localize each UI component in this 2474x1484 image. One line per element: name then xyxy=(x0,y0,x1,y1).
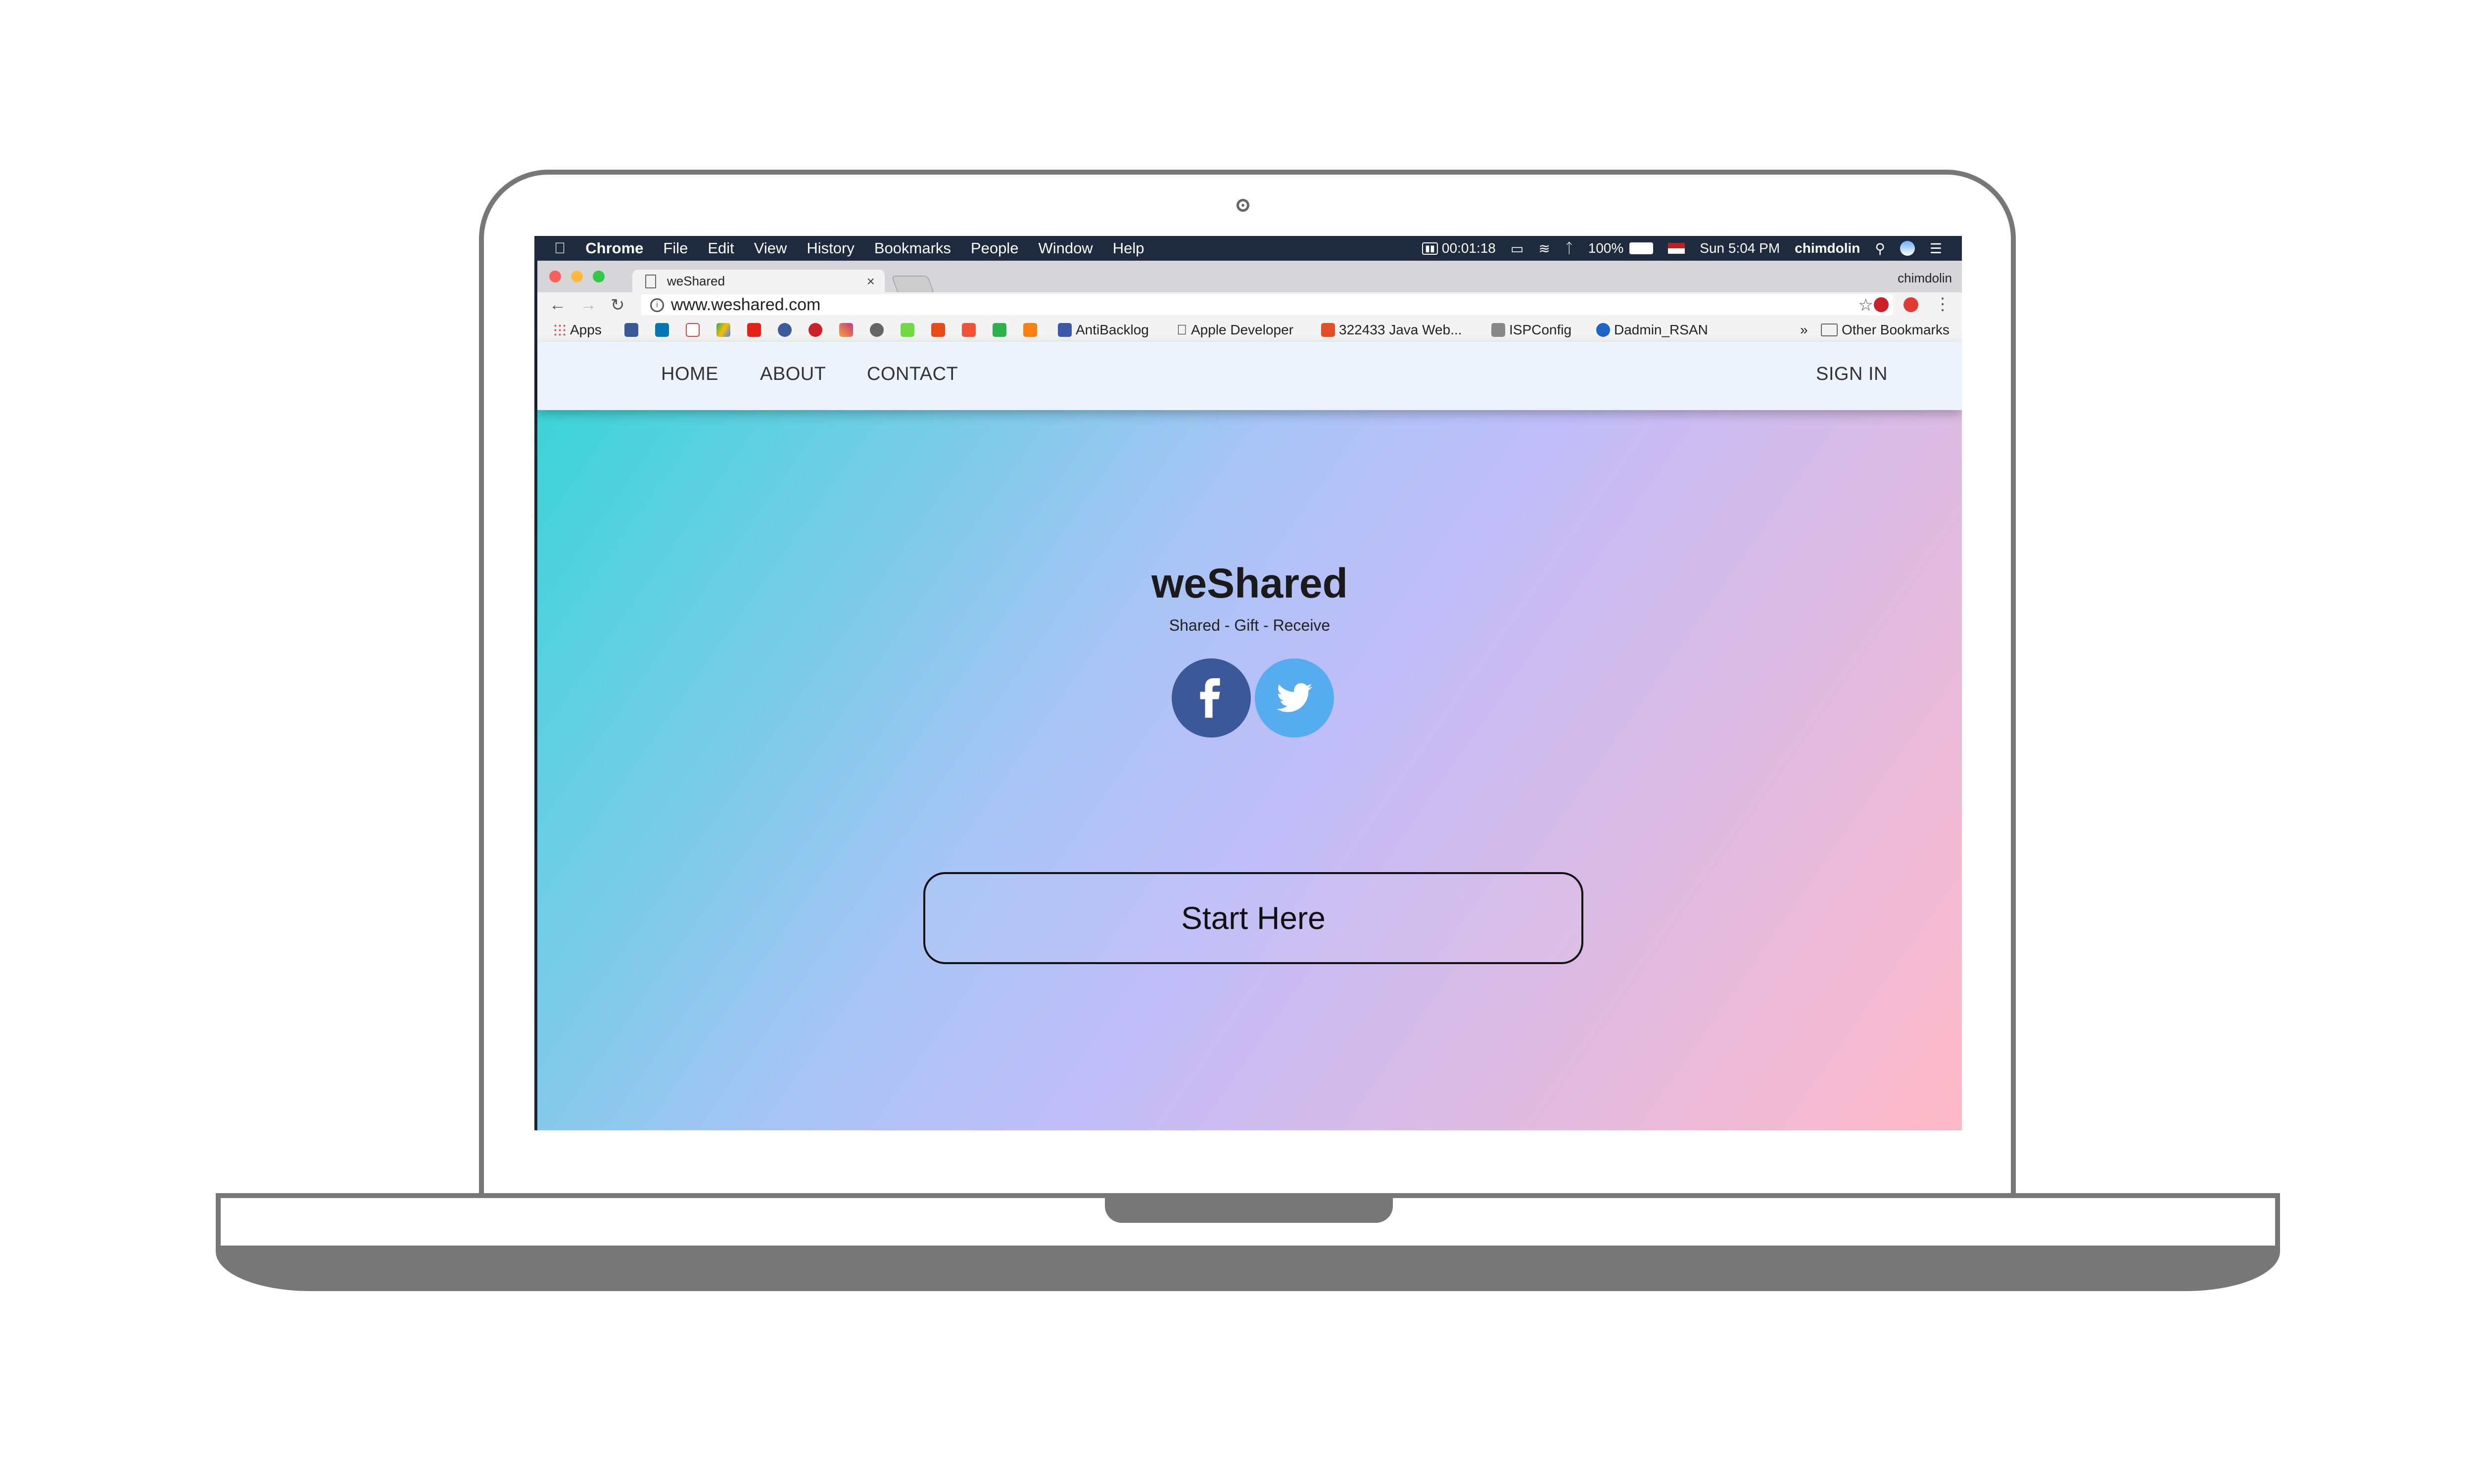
dadmin-icon xyxy=(1596,323,1610,337)
facebook-icon[interactable] xyxy=(624,323,638,337)
url-text[interactable]: www.weshared.com xyxy=(671,295,820,315)
tab-strip: weShared × chimdolin xyxy=(537,261,1962,294)
screen:  Chrome File Edit View History Bookmark… xyxy=(534,236,1962,1130)
bookmark-dadmin-label: Dadmin_RSAN xyxy=(1614,322,1708,337)
menu-bookmarks[interactable]: Bookmarks xyxy=(874,239,951,257)
wifi-icon[interactable]: ≋ xyxy=(1538,240,1550,257)
pinterest-icon[interactable] xyxy=(809,323,822,337)
close-window-button[interactable] xyxy=(549,271,561,282)
minimize-window-button[interactable] xyxy=(571,271,583,282)
page-icon xyxy=(645,275,656,288)
apple-bookmark-icon[interactable] xyxy=(870,323,884,337)
nav-home[interactable]: HOME xyxy=(661,364,718,385)
twitter-icon xyxy=(1277,683,1312,712)
browser-toolbar: ← → ↻ i www.weshared.com ☆ ⋮ xyxy=(537,292,1962,317)
laptop-base-bottom xyxy=(216,1251,2280,1291)
ispconfig-icon xyxy=(1491,323,1505,337)
bookmarks-overflow-chevron[interactable]: » xyxy=(1800,322,1808,338)
office-icon[interactable] xyxy=(931,323,945,337)
swift-icon[interactable] xyxy=(962,323,976,337)
youtube-icon[interactable] xyxy=(747,323,761,337)
siri-icon[interactable] xyxy=(1900,241,1915,256)
antibacklog-icon xyxy=(1058,323,1072,337)
other-bookmarks-label: Other Bookmarks xyxy=(1842,322,1950,337)
moodle-icon[interactable] xyxy=(1023,323,1037,337)
back-arrow-icon[interactable]: ← xyxy=(549,295,566,315)
twitter-button[interactable] xyxy=(1255,658,1334,738)
facebook-icon xyxy=(1200,678,1220,718)
bookmark-antibacklog-label: AntiBacklog xyxy=(1076,322,1149,337)
address-bar[interactable]: i www.weshared.com ☆ xyxy=(641,294,1893,315)
site-navbar: HOME ABOUT CONTACT SIGN IN xyxy=(537,342,1962,410)
nav-sign-in[interactable]: SIGN IN xyxy=(1816,364,1888,385)
close-tab-icon[interactable]: × xyxy=(867,274,875,289)
menu-edit[interactable]: Edit xyxy=(708,239,734,257)
macos-menubar:  Chrome File Edit View History Bookmark… xyxy=(534,236,1962,261)
flag-icon[interactable] xyxy=(1668,243,1685,254)
bookmark-star-icon[interactable]: ☆ xyxy=(1858,295,1873,315)
menu-app-name[interactable]: Chrome xyxy=(585,239,643,257)
bookmark-java-web-label: 322433 Java Web... xyxy=(1339,322,1462,337)
start-here-button[interactable]: Start Here xyxy=(923,872,1583,964)
bookmark-antibacklog[interactable]: AntiBacklog xyxy=(1058,322,1149,338)
linkedin-icon[interactable] xyxy=(655,323,669,337)
folder-icon xyxy=(1821,324,1838,336)
apple-icon[interactable]:  xyxy=(554,239,566,257)
clock[interactable]: Sun 5:04 PM xyxy=(1700,240,1780,256)
new-tab-button[interactable] xyxy=(891,276,935,294)
upwork-icon[interactable] xyxy=(901,323,914,337)
menu-history[interactable]: History xyxy=(807,239,854,257)
battery-icon[interactable] xyxy=(1629,242,1654,254)
drive-icon[interactable] xyxy=(716,323,730,337)
profile-name[interactable]: chimdolin xyxy=(1898,271,1952,286)
menu-file[interactable]: File xyxy=(663,239,688,257)
menu-user[interactable]: chimdolin xyxy=(1795,240,1860,256)
battery-percent[interactable]: 100% xyxy=(1588,240,1624,256)
facebook-button[interactable] xyxy=(1172,658,1251,738)
airplay-icon[interactable]: ▭ xyxy=(1511,240,1523,257)
tab-title: weShared xyxy=(667,273,725,288)
chrome-menu-icon[interactable]: ⋮ xyxy=(1934,294,1951,314)
feedly-icon[interactable] xyxy=(993,323,1006,337)
pinterest-extension-icon[interactable] xyxy=(1874,297,1889,312)
site-info-icon[interactable]: i xyxy=(650,298,664,312)
bookmarks-bar: Apps AntiBacklog  Apple Developer 32243… xyxy=(537,317,1962,342)
nav-about[interactable]: ABOUT xyxy=(760,364,826,385)
bookmark-ispconfig[interactable]: ISPConfig xyxy=(1491,322,1571,338)
bookmark-apps[interactable]: Apps xyxy=(553,322,602,338)
site-tagline: Shared - Gift - Receive xyxy=(1169,616,1331,634)
apple-developer-icon:  xyxy=(1177,322,1187,338)
forward-arrow-icon[interactable]: → xyxy=(580,295,597,315)
menu-people[interactable]: People xyxy=(971,239,1019,257)
bookmark-dadmin[interactable]: Dadmin_RSAN xyxy=(1596,322,1708,338)
bookmark-java-web[interactable]: 322433 Java Web... xyxy=(1321,322,1462,338)
laptop-notch xyxy=(1105,1193,1393,1223)
tab-weshared[interactable]: weShared × xyxy=(632,270,885,292)
html-icon xyxy=(1321,323,1335,337)
nav-contact[interactable]: CONTACT xyxy=(867,364,958,385)
menu-window[interactable]: Window xyxy=(1038,239,1093,257)
bookmark-apps-label: Apps xyxy=(570,322,602,337)
cloud-icon[interactable] xyxy=(778,323,792,337)
instagram-icon[interactable] xyxy=(839,323,853,337)
menu-view[interactable]: View xyxy=(754,239,787,257)
timer-readout[interactable]: 00:01:18 xyxy=(1442,240,1496,256)
reload-icon[interactable]: ↻ xyxy=(611,295,625,315)
zoom-window-button[interactable] xyxy=(593,271,605,282)
adblock-extension-icon[interactable] xyxy=(1903,297,1918,312)
site-title: weShared xyxy=(1151,560,1348,606)
notification-center-icon[interactable]: ☰ xyxy=(1930,240,1942,257)
apps-grid-icon xyxy=(553,324,566,336)
bookmark-other-bookmarks[interactable]: Other Bookmarks xyxy=(1821,322,1950,338)
bookmark-apple-developer[interactable]:  Apple Developer xyxy=(1177,322,1293,338)
bluetooth-icon[interactable]: ᛏ xyxy=(1565,240,1573,256)
menu-help[interactable]: Help xyxy=(1113,239,1144,257)
webcam xyxy=(1237,199,1249,212)
gmail-icon[interactable] xyxy=(686,323,700,337)
bookmark-apple-developer-label: Apple Developer xyxy=(1181,322,1293,337)
page-content: HOME ABOUT CONTACT SIGN IN weShared Shar… xyxy=(537,342,1962,1130)
bookmark-ispconfig-label: ISPConfig xyxy=(1509,322,1572,337)
timer-icon[interactable]: ▮▮ xyxy=(1422,242,1438,255)
spotlight-search-icon[interactable]: ⚲ xyxy=(1875,240,1885,257)
